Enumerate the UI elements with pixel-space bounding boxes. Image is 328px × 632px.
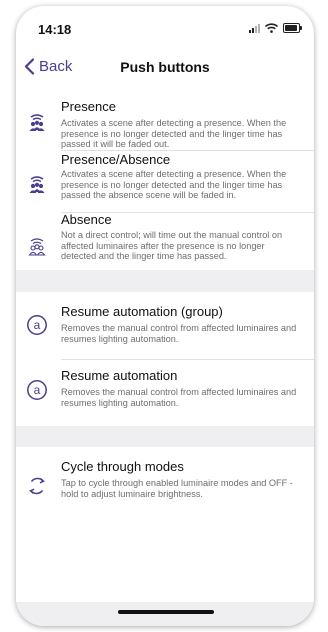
list-item-resume-automation[interactable]: a Resume automation Removes the manual c…: [16, 359, 314, 426]
item-title: Presence/Absence: [61, 152, 171, 167]
svg-text:a: a: [34, 383, 41, 397]
list-item-cycle-modes[interactable]: Cycle through modes Tap to cycle through…: [16, 447, 314, 602]
item-description: Not a direct control; will time out the …: [61, 230, 283, 262]
list-item-presence-absence[interactable]: Presence/Absence Activates a scene after…: [16, 150, 314, 212]
automation-icon: a: [26, 314, 48, 336]
section-cycle: Cycle through modes Tap to cycle through…: [16, 447, 314, 602]
item-title: Presence: [61, 99, 116, 114]
automation-icon: a: [26, 379, 48, 401]
status-time: 14:18: [38, 22, 72, 37]
item-description: Removes the manual control from affected…: [61, 387, 297, 408]
item-description: Activates a scene after detecting a pres…: [61, 118, 287, 150]
absence-icon: [26, 236, 48, 258]
item-description: Activates a scene after detecting a pres…: [61, 169, 287, 201]
list-item-presence[interactable]: Presence Activates a scene after detecti…: [16, 88, 314, 150]
settings-list[interactable]: Presence Activates a scene after detecti…: [16, 88, 314, 626]
list-item-absence[interactable]: Absence Not a direct control; will time …: [16, 212, 314, 270]
list-item-resume-automation-group[interactable]: a Resume automation (group) Removes the …: [16, 292, 314, 359]
status-bar: 14:18: [16, 6, 314, 50]
item-title: Resume automation: [61, 368, 178, 383]
presence-icon: [26, 112, 48, 134]
section-presence: Presence Activates a scene after detecti…: [16, 88, 314, 270]
item-title: Cycle through modes: [61, 459, 184, 474]
battery-icon: [283, 23, 302, 33]
home-indicator[interactable]: [118, 610, 214, 614]
status-icons: [249, 22, 302, 34]
navigation-bar: Back Push buttons: [16, 50, 314, 88]
phone-frame: 14:18 Back Push buttons Presence Activat…: [16, 6, 314, 626]
cycle-arrows-icon: [26, 475, 48, 497]
section-automation: a Resume automation (group) Removes the …: [16, 292, 314, 426]
item-title: Resume automation (group): [61, 304, 223, 319]
svg-text:a: a: [34, 318, 41, 332]
item-description: Removes the manual control from affected…: [61, 323, 297, 344]
signal-icon: [249, 23, 260, 33]
presence-absence-icon: [26, 174, 48, 196]
wifi-icon: [265, 23, 278, 33]
item-title: Absence: [61, 212, 112, 227]
item-description: Tap to cycle through enabled luminaire m…: [61, 478, 293, 499]
page-title: Push buttons: [120, 59, 210, 75]
